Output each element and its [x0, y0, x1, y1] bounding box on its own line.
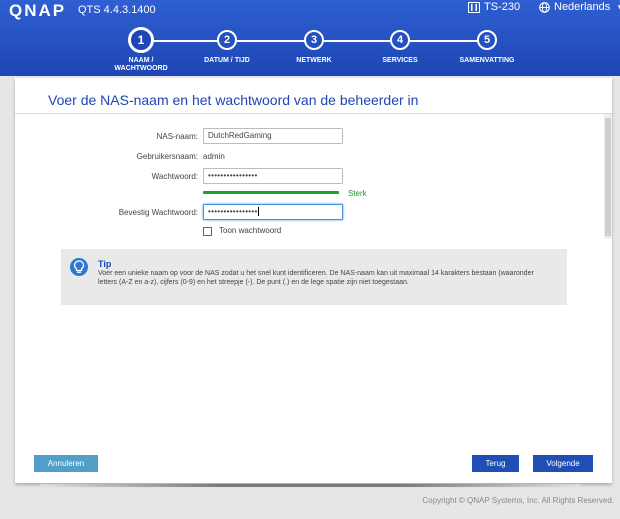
step-number: 1 [128, 27, 154, 53]
device-icon [468, 1, 480, 13]
step-number: 5 [477, 30, 497, 50]
divider [15, 113, 612, 114]
tip-text: Voer een unieke naam op voor de NAS zoda… [98, 270, 534, 286]
wizard-step-2: 2 DATUM / TIJD [182, 30, 272, 65]
back-button[interactable]: Terug [472, 455, 519, 472]
tip-title: Tip [98, 259, 112, 269]
password-strength-text: Sterk [348, 189, 367, 198]
password-input[interactable]: •••••••••••••••• [203, 168, 343, 184]
wizard-step-3: 3 NETWERK [269, 30, 359, 65]
step-number: 3 [304, 30, 324, 50]
wizard-card: Voer de NAS-naam en het wachtwoord van d… [15, 78, 612, 483]
wizard-step-5: 5 SAMENVATTING [442, 30, 532, 65]
next-button[interactable]: Volgende [533, 455, 593, 472]
version-label: QTS 4.4.3.1400 [78, 4, 156, 16]
step-label: DATUM / TIJD [204, 57, 250, 64]
wizard-step-4: 4 SERVICES [355, 30, 445, 65]
show-password-checkbox[interactable] [203, 227, 212, 236]
password-strength-bar [203, 191, 339, 194]
card-shadow [40, 484, 580, 487]
header-bar: QNAP QTS 4.4.3.1400 TS-230 Nederlands ▼ … [0, 0, 620, 76]
device-info: TS-230 [468, 1, 520, 13]
confirm-password-label: Bevestig Wachtwoord: [118, 208, 198, 217]
text-cursor [257, 207, 259, 217]
step-number: 2 [217, 30, 237, 50]
nas-name-input[interactable]: DutchRedGaming [203, 128, 343, 144]
language-label: Nederlands [554, 1, 611, 13]
copyright-text: Copyright © QNAP Systems, Inc. All Right… [422, 496, 614, 505]
nas-name-label: NAS-naam: [156, 132, 198, 141]
wizard-step-1: 1 NAAM / WACHTWOORD [96, 27, 186, 73]
device-name: TS-230 [484, 1, 521, 13]
language-selector[interactable]: Nederlands ▼ [539, 1, 620, 13]
step-label: NETWERK [296, 57, 332, 64]
chevron-down-icon: ▼ [616, 3, 620, 12]
username-value: admin [203, 152, 225, 161]
step-label: SAMENVATTING [459, 57, 515, 64]
brand-logo: QNAP [9, 1, 67, 20]
password-label: Wachtwoord: [151, 172, 198, 181]
scrollbar-thumb[interactable] [605, 118, 611, 236]
globe-icon [539, 1, 550, 13]
step-label: SERVICES [382, 57, 418, 64]
show-password-label: Toon wachtwoord [219, 226, 282, 235]
step-number: 4 [390, 30, 410, 50]
lightbulb-icon [70, 258, 88, 276]
username-label: Gebruikersnaam: [136, 152, 198, 161]
step-label: NAAM / WACHTWOORD [114, 57, 168, 72]
confirm-password-input[interactable]: •••••••••••••••• [203, 204, 343, 220]
cancel-button[interactable]: Annuleren [34, 455, 98, 472]
tip-box: Tip Voer een unieke naam op voor de NAS … [61, 249, 567, 305]
page-title: Voer de NAS-naam en het wachtwoord van d… [48, 92, 419, 108]
